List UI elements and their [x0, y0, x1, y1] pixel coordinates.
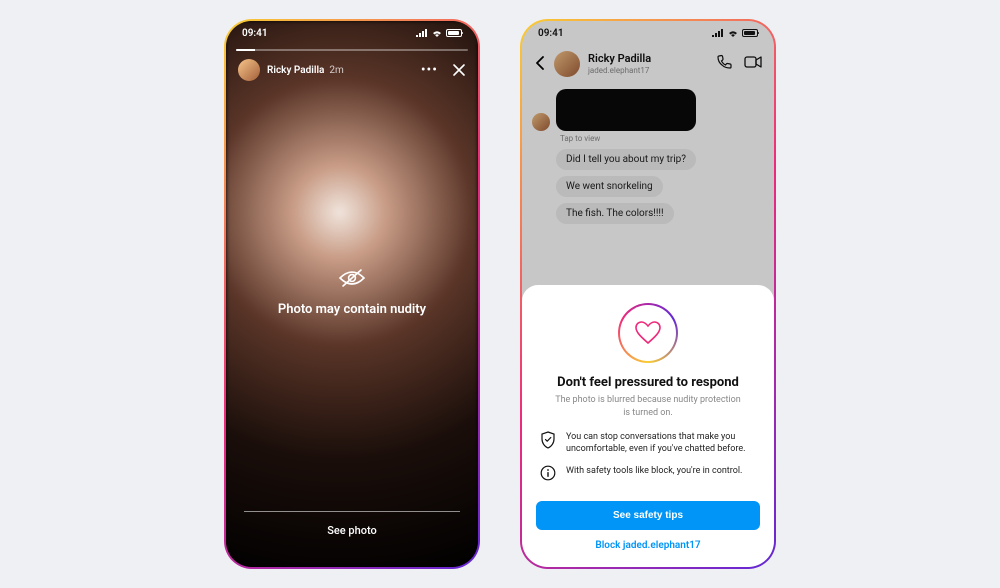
block-user-link[interactable]: Block jaded.elephant17 — [595, 540, 700, 551]
avatar[interactable] — [238, 59, 260, 81]
status-time: 09:41 — [242, 28, 268, 39]
see-safety-tips-button[interactable]: See safety tips — [536, 501, 760, 530]
wifi-icon — [431, 29, 443, 37]
story-username[interactable]: Ricky Padilla — [267, 65, 324, 76]
close-icon[interactable] — [452, 63, 466, 77]
story-overlay: 09:41 Ricky Padilla 2m — [226, 21, 478, 567]
more-icon[interactable]: ••• — [421, 63, 438, 77]
phone-screen: 09:41 Ricky Padilla 2m — [226, 21, 478, 567]
status-bar: 09:41 — [226, 21, 478, 45]
status-bar: 09:41 — [522, 21, 774, 45]
tip-row: With safety tools like block, you're in … — [540, 465, 756, 485]
heart-ring-icon — [618, 303, 678, 363]
story-time: 2m — [329, 65, 343, 76]
eye-off-icon — [338, 268, 366, 292]
phone-dm: 09:41 Ricky Padilla — [520, 19, 776, 569]
signal-icon — [416, 29, 428, 37]
tip-text: You can stop conversations that make you… — [566, 431, 756, 455]
shield-check-icon — [540, 431, 556, 453]
sheet-subtitle: The photo is blurred because nudity prot… — [553, 394, 743, 418]
signal-icon — [712, 29, 724, 37]
nudity-warning-text: Photo may contain nudity — [278, 302, 426, 317]
info-icon — [540, 465, 556, 485]
phone-screen: 09:41 Ricky Padilla — [522, 21, 774, 567]
see-photo-button[interactable]: See photo — [244, 511, 460, 537]
tip-text: With safety tools like block, you're in … — [566, 465, 742, 477]
status-time: 09:41 — [538, 28, 564, 39]
phone-story: 09:41 Ricky Padilla 2m — [224, 19, 480, 569]
battery-icon — [742, 29, 758, 37]
safety-sheet: Don't feel pressured to respond The phot… — [522, 285, 774, 567]
sheet-title: Don't feel pressured to respond — [557, 375, 739, 390]
tip-row: You can stop conversations that make you… — [540, 431, 756, 455]
wifi-icon — [727, 29, 739, 37]
battery-icon — [446, 29, 462, 37]
